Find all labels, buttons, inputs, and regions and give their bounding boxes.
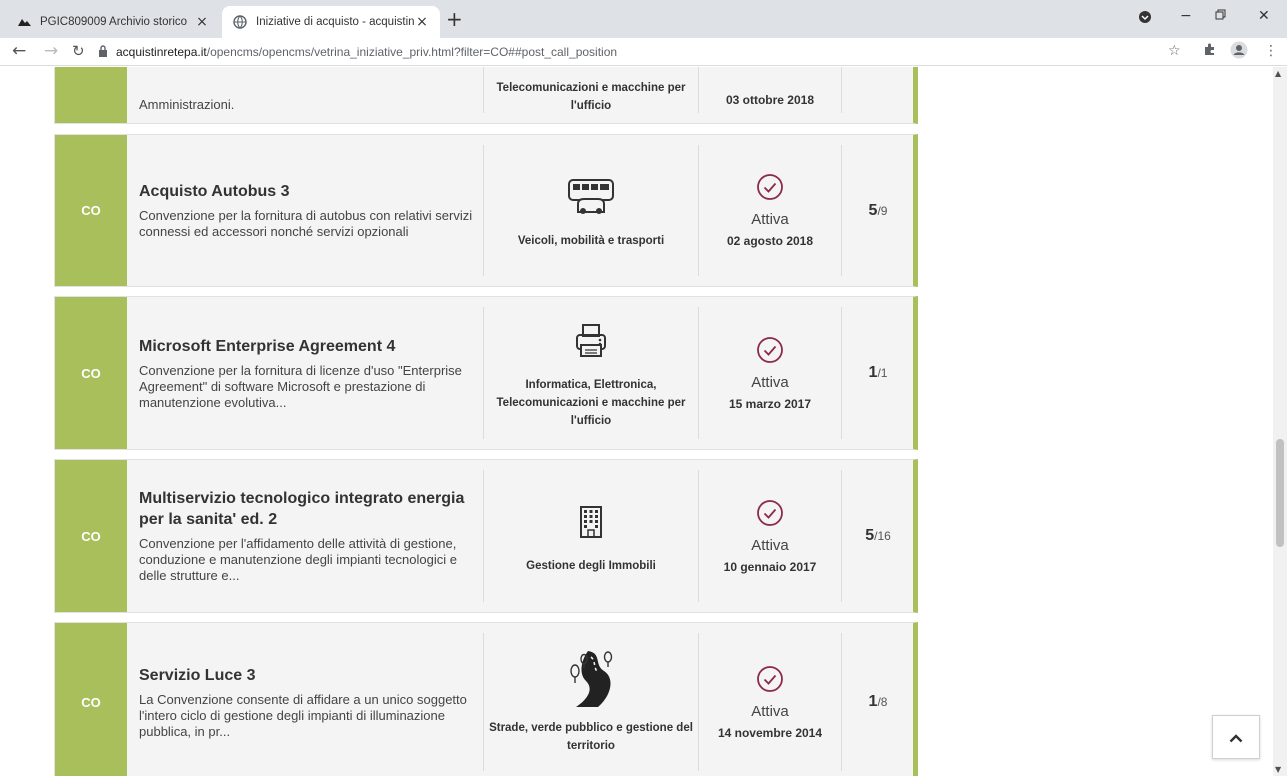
minimize-icon[interactable]: − (1180, 8, 1192, 24)
building-icon (578, 497, 604, 547)
tab-close-icon[interactable]: × (414, 14, 430, 30)
close-window-icon[interactable]: ✕ (1258, 8, 1270, 24)
lots-total: /9 (877, 203, 888, 218)
page-content: Amministrazioni. Telecomunicazioni e mac… (0, 67, 1287, 776)
initiative-card[interactable]: CO Servizio Luce 3 La Convenzione consen… (54, 622, 918, 776)
initiative-card-partial[interactable]: Amministrazioni. Telecomunicazioni e mac… (54, 67, 918, 124)
printer-icon (575, 316, 607, 366)
lots-active: 5 (865, 527, 875, 544)
card-title[interactable]: Multiservizio tecnologico integrato ener… (139, 488, 483, 530)
chevron-up-icon (1229, 728, 1243, 747)
tab-archivio-storico[interactable]: PGIC809009 Archivio storico × (6, 6, 220, 38)
scroll-down-icon[interactable]: ▼ (1275, 765, 1281, 774)
profile-menu-icon[interactable] (1138, 10, 1152, 28)
card-category-label: Strade, verde pubblico e gestione del te… (489, 722, 693, 752)
card-title[interactable]: Servizio Luce 3 (139, 665, 483, 686)
scroll-up-icon[interactable]: ▲ (1275, 69, 1281, 78)
card-status: Attiva (751, 211, 789, 228)
initiative-card[interactable]: CO Multiservizio tecnologico integrato e… (54, 459, 918, 613)
card-category-label: Gestione degli Immobili (526, 560, 656, 572)
lock-icon (98, 44, 108, 60)
card-title[interactable]: Microsoft Enterprise Agreement 4 (139, 336, 483, 357)
road-trees-icon (566, 649, 616, 709)
lots-active: 1 (868, 693, 878, 710)
card-status: Attiva (751, 373, 789, 391)
browser-menu-icon[interactable]: ⋮ (1264, 43, 1278, 59)
reload-icon[interactable]: ↻ (72, 42, 85, 60)
extensions-icon[interactable] (1203, 43, 1216, 60)
back-arrow-icon[interactable]: ← (12, 41, 26, 61)
card-description: La Convenzione consente di affidare a un… (139, 691, 467, 739)
forward-arrow-icon[interactable]: → (44, 41, 58, 61)
card-code: CO (55, 297, 127, 449)
check-circle-icon (756, 173, 784, 205)
card-code: CO (55, 460, 127, 612)
initiative-card[interactable]: CO Acquisto Autobus 3 Convenzione per la… (54, 134, 918, 287)
lots-total: /16 (874, 529, 891, 543)
check-circle-icon (756, 499, 784, 531)
card-date: 14 novembre 2014 (717, 725, 823, 740)
check-circle-icon (756, 665, 784, 697)
card-lots: 5/16 (842, 460, 914, 612)
tab-title: Iniziative di acquisto - acquistinre (256, 16, 414, 28)
url-domain: acquistinretepa.it (116, 45, 207, 59)
card-lots: 5/9 (842, 135, 914, 286)
browser-tab-strip: PGIC809009 Archivio storico × Iniziative… (0, 0, 1287, 38)
address-bar[interactable]: acquistinretepa.it /opencms/opencms/vetr… (98, 40, 1158, 64)
card-lots: 1/1 (842, 297, 914, 449)
back-to-top-button[interactable] (1212, 715, 1260, 759)
card-title[interactable]: Acquisto Autobus 3 (139, 181, 483, 202)
globe-icon (232, 14, 248, 30)
check-circle-icon (756, 336, 784, 368)
card-category-label: Informatica, Elettronica, Telecomunicazi… (496, 379, 686, 427)
bus-icon (566, 172, 616, 222)
card-description: Amministrazioni. (139, 97, 235, 112)
card-status: Attiva (751, 702, 789, 720)
lots-active: 1 (868, 364, 878, 381)
card-code-strip (55, 67, 127, 123)
card-lots: 1/8 (842, 623, 914, 776)
tab-iniziative-di-acquisto[interactable]: Iniziative di acquisto - acquistinre × (222, 6, 440, 38)
card-category-label: Telecomunicazioni e macchine per l'uffic… (496, 82, 686, 112)
card-description: Convenzione per la fornitura di autobus … (139, 208, 473, 239)
initiative-card[interactable]: CO Microsoft Enterprise Agreement 4 Conv… (54, 296, 918, 450)
bookmark-star-icon[interactable]: ☆ (1168, 43, 1181, 59)
card-date: 10 gennaio 2017 (723, 559, 817, 574)
lots-active: 5 (868, 201, 878, 219)
card-code: CO (55, 623, 127, 776)
card-date: 03 ottobre 2018 (725, 93, 815, 107)
profile-avatar-icon[interactable] (1230, 41, 1248, 63)
lots-total: /8 (877, 695, 888, 709)
card-code: CO (55, 135, 127, 286)
tab-close-icon[interactable]: × (194, 14, 210, 30)
restore-icon[interactable] (1215, 8, 1226, 24)
lots-total: /1 (877, 366, 888, 380)
browser-toolbar: ← → ↻ acquistinretepa.it /opencms/opencm… (0, 38, 1287, 66)
scrollbar-thumb[interactable] (1276, 439, 1284, 547)
card-status: Attiva (751, 536, 789, 554)
card-description: Convenzione per la fornitura di licenze … (139, 362, 462, 410)
card-description: Convenzione per l'affidamento delle atti… (139, 536, 457, 583)
card-date: 15 marzo 2017 (728, 396, 812, 411)
new-tab-button[interactable]: + (446, 9, 463, 29)
url-path: /opencms/opencms/vetrina_iniziative_priv… (206, 45, 618, 59)
card-category-label: Veicoli, mobilità e trasporti (517, 234, 665, 247)
tab-title: PGIC809009 Archivio storico (40, 16, 188, 28)
card-date: 02 agosto 2018 (726, 234, 814, 248)
page-scrollbar[interactable]: ▲ ▼ (1273, 67, 1287, 776)
cloud-icon (16, 14, 32, 30)
